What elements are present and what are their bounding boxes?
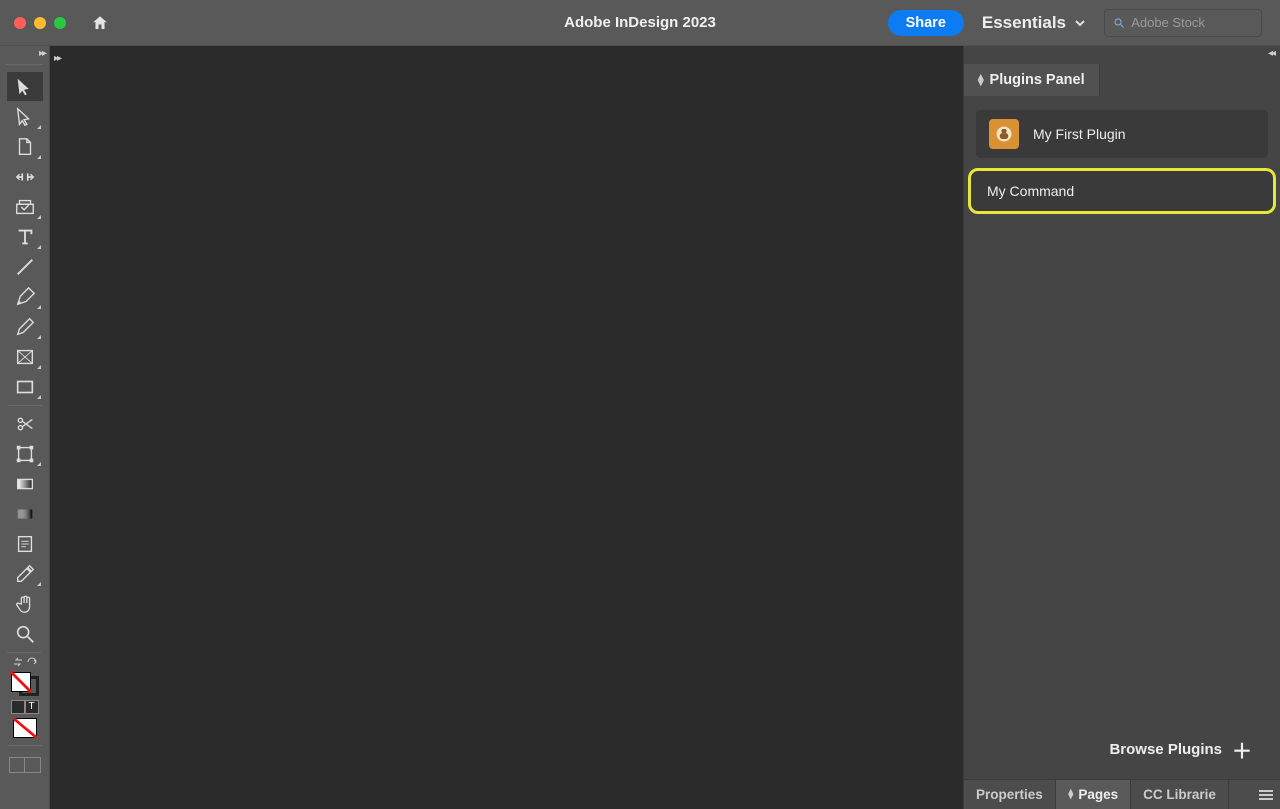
- content-collector-tool[interactable]: [7, 192, 43, 221]
- flyout-indicator-icon: [37, 305, 41, 309]
- apply-none-swatch[interactable]: [13, 718, 37, 738]
- zoom-window-icon[interactable]: [54, 17, 66, 29]
- tools-panel: ▸▸ T: [0, 46, 50, 809]
- browse-plugins-label: Browse Plugins: [1109, 741, 1222, 758]
- free-transform-tool[interactable]: [7, 439, 43, 468]
- gradient-feather-tool[interactable]: [7, 499, 43, 528]
- flyout-indicator-icon: [37, 335, 41, 339]
- flyout-indicator-icon: [37, 462, 41, 466]
- format-container-text-toggle[interactable]: T: [11, 700, 39, 714]
- tab-cc-libraries[interactable]: CC Librarie: [1131, 780, 1229, 809]
- adobe-stock-search[interactable]: [1104, 9, 1262, 37]
- expand-tools-icon[interactable]: ▸▸: [39, 48, 45, 59]
- flyout-indicator-icon: [37, 215, 41, 219]
- chevron-down-icon: [1074, 17, 1086, 29]
- plugin-entry[interactable]: My First Plugin: [976, 110, 1268, 158]
- default-fill-stroke-icon[interactable]: [26, 656, 38, 668]
- bottom-panel-tabs: Properties ▴▾ Pages CC Librarie: [964, 779, 1280, 809]
- flyout-indicator-icon: [37, 365, 41, 369]
- collapse-icon: ▴▾: [1068, 788, 1073, 801]
- search-icon: [1113, 16, 1125, 30]
- right-panel-area: ◂◂ ▴▾ Plugins Panel My First Plugin My C…: [963, 46, 1280, 809]
- hand-tool[interactable]: [7, 589, 43, 618]
- collapse-panels-icon[interactable]: ◂◂: [1268, 48, 1274, 59]
- workspace-label: Essentials: [982, 13, 1066, 33]
- tab-pages-label: Pages: [1078, 787, 1118, 802]
- pen-tool[interactable]: [7, 282, 43, 311]
- scissors-tool[interactable]: [7, 409, 43, 438]
- app-title: Adobe InDesign 2023: [564, 14, 716, 31]
- plugin-name: My First Plugin: [1033, 126, 1126, 142]
- plugin-icon: [989, 119, 1019, 149]
- tab-properties[interactable]: Properties: [964, 780, 1056, 809]
- adobe-stock-input[interactable]: [1131, 15, 1253, 30]
- plugin-command-highlighted[interactable]: My Command: [968, 168, 1276, 214]
- tab-properties-label: Properties: [976, 787, 1043, 802]
- plugins-panel-body: My First Plugin My Command Browse Plugin…: [964, 96, 1280, 809]
- browse-plugins-button[interactable]: Browse Plugins ＋: [976, 729, 1268, 769]
- document-canvas[interactable]: ▸▸: [50, 46, 963, 809]
- flyout-indicator-icon: [37, 395, 41, 399]
- rectangle-frame-tool[interactable]: [7, 342, 43, 371]
- home-button[interactable]: [90, 14, 110, 32]
- share-button[interactable]: Share: [888, 10, 964, 36]
- panel-tabs: ▴▾ Plugins Panel: [964, 64, 1280, 96]
- plugins-panel-tab[interactable]: ▴▾ Plugins Panel: [964, 64, 1100, 96]
- minimize-window-icon[interactable]: [34, 17, 46, 29]
- direct-selection-tool[interactable]: [7, 102, 43, 131]
- plus-icon: ＋: [1232, 735, 1252, 764]
- zoom-tool[interactable]: [7, 619, 43, 648]
- gap-tool[interactable]: [7, 162, 43, 191]
- flyout-indicator-icon: [37, 582, 41, 586]
- tab-pages[interactable]: ▴▾ Pages: [1056, 780, 1131, 809]
- expand-control-icon[interactable]: ▸▸: [54, 53, 60, 64]
- titlebar: Adobe InDesign 2023 Share Essentials: [0, 0, 1280, 46]
- close-window-icon[interactable]: [14, 17, 26, 29]
- note-tool[interactable]: [7, 529, 43, 558]
- swap-fill-stroke-icon[interactable]: [12, 656, 24, 668]
- fill-stroke-swatch[interactable]: [11, 672, 39, 696]
- panel-menu-icon[interactable]: [1252, 780, 1280, 809]
- selection-tool[interactable]: [7, 72, 43, 101]
- plugins-panel-tab-label: Plugins Panel: [990, 72, 1085, 88]
- flyout-indicator-icon: [37, 155, 41, 159]
- collapse-panel-icon: ▴▾: [978, 73, 984, 88]
- eyedropper-tool[interactable]: [7, 559, 43, 588]
- window-controls: [14, 17, 66, 29]
- rectangle-tool[interactable]: [7, 372, 43, 401]
- tab-cc-libraries-label: CC Librarie: [1143, 787, 1216, 802]
- line-tool[interactable]: [7, 252, 43, 281]
- workspace-switcher[interactable]: Essentials: [982, 13, 1086, 33]
- flyout-indicator-icon: [37, 245, 41, 249]
- screen-mode-toggle[interactable]: [9, 757, 41, 773]
- page-tool[interactable]: [7, 132, 43, 161]
- gradient-swatch-tool[interactable]: [7, 469, 43, 498]
- type-tool[interactable]: [7, 222, 43, 251]
- plugin-command-label: My Command: [987, 183, 1074, 199]
- flyout-indicator-icon: [37, 125, 41, 129]
- pencil-tool[interactable]: [7, 312, 43, 341]
